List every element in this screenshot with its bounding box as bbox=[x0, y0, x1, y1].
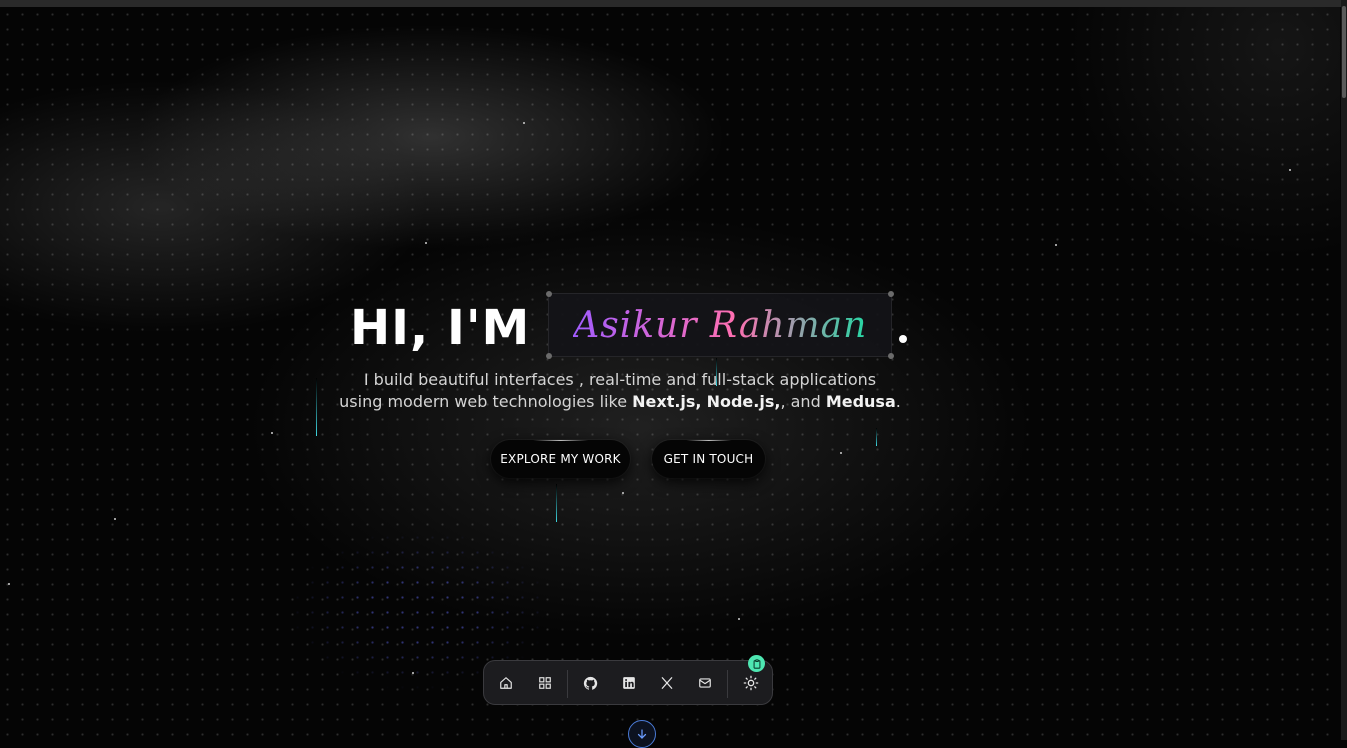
mail-icon[interactable] bbox=[694, 672, 716, 694]
name-text: Asikur Rahman bbox=[573, 304, 868, 346]
meteor-beam bbox=[876, 428, 877, 446]
greeting-text: HI, I'M bbox=[350, 300, 531, 356]
subtitle-line-2: using modern web technologies like Next.… bbox=[339, 392, 901, 411]
clipboard-icon[interactable] bbox=[748, 655, 765, 672]
scrollbar-thumb[interactable] bbox=[1342, 6, 1346, 98]
star bbox=[412, 672, 414, 674]
star bbox=[1055, 244, 1057, 246]
scrollbar-track[interactable] bbox=[1341, 0, 1347, 740]
tech-nodejs: Node.js, bbox=[706, 392, 781, 411]
grid-icon[interactable] bbox=[534, 672, 556, 694]
sun-icon[interactable] bbox=[740, 672, 762, 694]
tech-nextjs: Next.js, bbox=[632, 392, 702, 411]
star bbox=[425, 242, 427, 244]
resize-handle bbox=[546, 291, 553, 297]
headline-period bbox=[899, 335, 907, 343]
linkedin-icon[interactable] bbox=[618, 672, 640, 694]
dock-separator bbox=[727, 670, 728, 698]
star bbox=[840, 452, 842, 454]
floating-dock bbox=[483, 660, 773, 705]
star bbox=[1289, 169, 1291, 171]
x-icon[interactable] bbox=[656, 672, 678, 694]
star bbox=[738, 618, 740, 620]
subtitle-line-1: I build beautiful interfaces , real-time… bbox=[363, 370, 877, 389]
star bbox=[523, 122, 525, 124]
star bbox=[114, 518, 116, 520]
get-in-touch-button[interactable]: GET IN TOUCH bbox=[652, 440, 765, 478]
arrow-down-icon[interactable] bbox=[628, 720, 656, 748]
hero-headline: HI, I'M Asikur Rahman bbox=[350, 291, 895, 359]
name-highlight-box: Asikur Rahman bbox=[546, 291, 895, 359]
star bbox=[8, 583, 10, 585]
tech-medusa: Medusa bbox=[825, 392, 896, 411]
explore-my-work-button[interactable]: EXPLORE MY WORK bbox=[491, 440, 630, 478]
top-bar bbox=[0, 0, 1347, 7]
github-icon[interactable] bbox=[579, 672, 601, 694]
dock-separator bbox=[567, 670, 568, 698]
star bbox=[622, 492, 624, 494]
hero-subtitle: I build beautiful interfaces , real-time… bbox=[300, 369, 940, 413]
meteor-beam bbox=[556, 484, 557, 522]
home-icon[interactable] bbox=[495, 672, 517, 694]
star bbox=[271, 432, 273, 434]
